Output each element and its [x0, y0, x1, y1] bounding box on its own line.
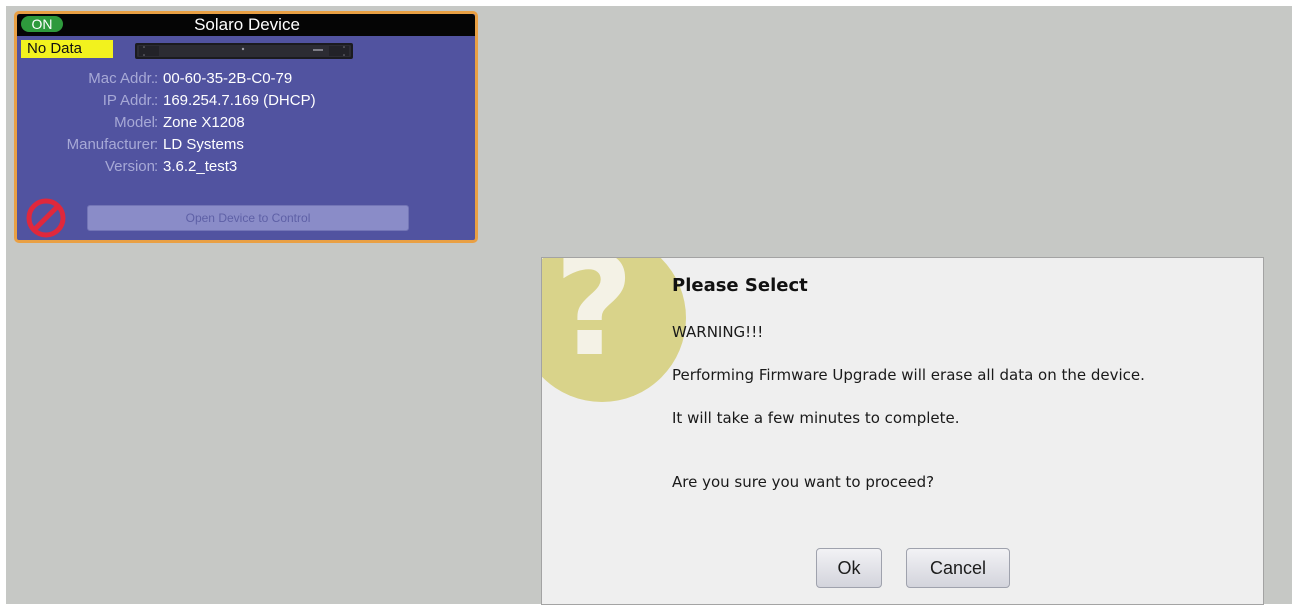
model-value: Zone X1208	[163, 114, 245, 131]
version-label: Version	[104, 158, 155, 175]
info-row-mac: Mac Addr. : 00-60-35-2B-C0-79	[17, 69, 475, 89]
info-row-model: Model : Zone X1208	[17, 113, 475, 133]
device-title: Solaro Device	[194, 15, 300, 34]
mac-value: 00-60-35-2B-C0-79	[163, 70, 293, 87]
question-mark-icon: ?	[542, 257, 686, 402]
open-device-button[interactable]: Open Device to Control	[87, 205, 409, 231]
version-value: 3.6.2_test3	[163, 158, 238, 175]
info-row-version: Version : 3.6.2_test3	[17, 157, 475, 177]
dialog-question: Are you sure you want to proceed?	[672, 473, 935, 491]
ip-separator: :	[154, 92, 159, 109]
manufacturer-label: Manufacturer	[66, 136, 155, 153]
ok-button[interactable]: Ok	[816, 548, 882, 588]
info-row-ip: IP Addr. : 169.254.7.169 (DHCP)	[17, 91, 475, 111]
dialog-warning: WARNING!!!	[672, 323, 764, 341]
ip-label: IP Addr.	[102, 92, 155, 109]
manufacturer-separator: :	[154, 136, 159, 153]
model-separator: :	[154, 114, 159, 131]
ip-value: 169.254.7.169 (DHCP)	[163, 92, 316, 109]
device-card[interactable]: ON Solaro Device No Data Mac Addr. : 00-…	[14, 11, 478, 243]
device-thumbnail-icon	[135, 43, 353, 59]
dialog-message-erase: Performing Firmware Upgrade will erase a…	[672, 366, 1145, 384]
dialog-message-duration: It will take a few minutes to complete.	[672, 409, 960, 427]
question-mark-glyph: ?	[553, 257, 635, 387]
mac-label: Mac Addr.	[88, 70, 155, 87]
manufacturer-value: LD Systems	[163, 136, 244, 153]
model-label: Model	[114, 114, 155, 131]
info-row-manufacturer: Manufacturer : LD Systems	[17, 135, 475, 155]
data-status-badge: No Data	[21, 40, 113, 58]
device-card-header: ON Solaro Device	[17, 14, 475, 36]
version-separator: :	[154, 158, 159, 175]
confirm-dialog: ? Please Select WARNING!!! Performing Fi…	[541, 257, 1264, 605]
dialog-title: Please Select	[672, 275, 808, 296]
no-entry-icon	[26, 198, 66, 238]
app-workspace: ON Solaro Device No Data Mac Addr. : 00-…	[6, 6, 1292, 605]
cancel-button[interactable]: Cancel	[906, 548, 1010, 588]
mac-separator: :	[154, 70, 159, 87]
